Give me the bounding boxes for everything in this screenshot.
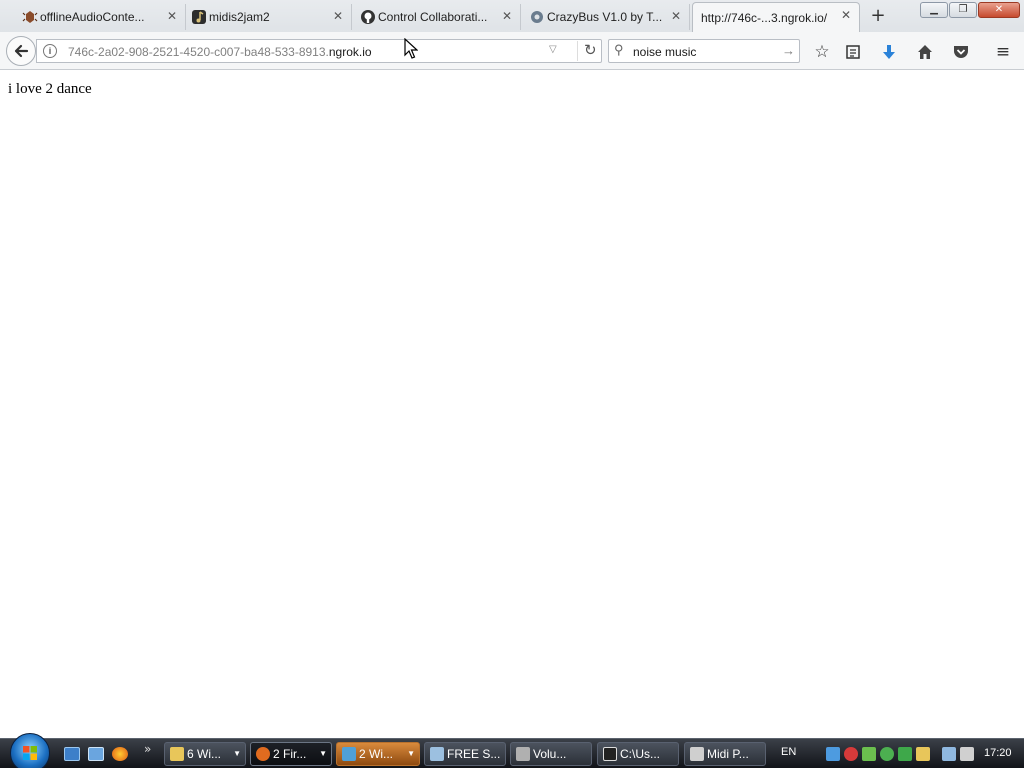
security-alert-icon[interactable] [844, 747, 858, 761]
bookmark-star-icon[interactable]: ☆ [811, 41, 833, 63]
bookmarks-menu-icon[interactable] [842, 41, 864, 63]
taskbar-item-free-software[interactable]: FREE S... [424, 742, 506, 766]
taskbar-item-explorer[interactable]: 6 Wi... ▼ [164, 742, 246, 766]
site-info-icon[interactable]: i [43, 44, 57, 58]
network-icon[interactable] [942, 747, 956, 761]
taskbar-item-windows-live[interactable]: 2 Wi... ▼ [336, 742, 420, 766]
back-arrow-icon [14, 44, 29, 58]
firefox-icon [256, 747, 270, 761]
close-window-button[interactable]: ✕ [978, 2, 1020, 18]
bug-favicon-icon [22, 11, 38, 23]
reload-icon[interactable]: ↻ [577, 41, 597, 61]
midis2jam2-favicon-icon [192, 10, 206, 24]
tab-title: Control Collaborati... [378, 10, 488, 24]
search-go-icon[interactable]: → [782, 43, 795, 58]
tab-title: http://746c-...3.ngrok.io/ [701, 10, 828, 25]
tab-close-icon[interactable]: ✕ [500, 9, 514, 23]
language-indicator[interactable]: EN [781, 746, 796, 758]
address-domain: ngrok.io [328, 45, 372, 59]
firefox-quicklaunch-icon[interactable] [112, 747, 128, 761]
tab-close-icon[interactable]: ✕ [331, 9, 345, 23]
taskbar-item-7zip[interactable]: C:\Us... [597, 742, 679, 766]
taskbar-item-label: 6 Wi... [187, 747, 222, 761]
hamburger-menu-icon[interactable]: ≡ [992, 41, 1014, 63]
search-input[interactable]: noise music [633, 45, 696, 59]
taskbar-item-label: 2 Wi... [359, 747, 394, 761]
tab-control-collaboration[interactable]: Control Collaborati... ✕ [356, 4, 521, 30]
taskbar-item-midi-player[interactable]: Midi P... [684, 742, 766, 766]
taskbar-item-label: 2 Fir... [273, 747, 307, 761]
messenger-status-icon[interactable] [880, 747, 894, 761]
switch-windows-icon[interactable] [88, 747, 104, 761]
folder-icon [170, 747, 184, 761]
page-body-text: i love 2 dance [8, 81, 92, 97]
network-share-icon[interactable] [826, 747, 840, 761]
tab-title: offlineAudioConte... [40, 10, 145, 24]
downloads-icon[interactable] [878, 41, 900, 63]
folder-tray-icon[interactable] [916, 747, 930, 761]
quicklaunch-more-icon[interactable]: » [144, 742, 151, 756]
tab-close-icon[interactable]: ✕ [669, 9, 683, 23]
tab-offline-audio-context[interactable]: offlineAudioConte... ✕ [18, 4, 186, 30]
search-bar[interactable]: ⚲ noise music → [608, 39, 800, 63]
windows-taskbar: » 6 Wi... ▼ 2 Fir... ▼ 2 Wi... ▼ FREE S.… [0, 733, 1024, 768]
taskbar-item-volume[interactable]: Volu... [510, 742, 592, 766]
github-favicon-icon [361, 10, 375, 24]
tab-close-icon[interactable]: ✕ [839, 8, 853, 22]
maximize-button[interactable]: ❐ [949, 2, 977, 18]
chevron-down-icon: ▼ [233, 749, 241, 758]
taskbar-item-label: Volu... [533, 747, 567, 761]
address-text[interactable]: 746c-2a02-908-2521-4520-c007-ba48-533-89… [68, 45, 372, 59]
tab-midis2jam2[interactable]: midis2jam2 ✕ [187, 4, 352, 30]
speaker-icon [516, 747, 530, 761]
show-desktop-icon[interactable] [64, 747, 80, 761]
messenger-icon [342, 747, 356, 761]
chevron-down-icon: ▼ [319, 749, 327, 758]
7zip-icon [603, 747, 617, 761]
taskbar-item-firefox[interactable]: 2 Fir... ▼ [250, 742, 332, 766]
tab-close-icon[interactable]: ✕ [165, 9, 179, 23]
tab-ngrok-active[interactable]: http://746c-...3.ngrok.io/ ✕ [692, 2, 860, 32]
chevron-down-icon: ▼ [407, 749, 415, 758]
app-tray-icon[interactable] [898, 747, 912, 761]
pocket-icon[interactable] [950, 41, 972, 63]
taskbar-item-label: C:\Us... [620, 747, 661, 761]
tab-title: midis2jam2 [209, 10, 270, 24]
address-prefix: 746c-2a02-908-2521-4520-c007-ba48-533-89… [68, 45, 329, 59]
taskbar-item-label: FREE S... [447, 747, 501, 761]
back-button[interactable] [6, 36, 36, 66]
navigation-toolbar: i 746c-2a02-908-2521-4520-c007-ba48-533-… [0, 32, 1024, 70]
home-icon[interactable] [914, 41, 936, 63]
start-button[interactable] [10, 733, 50, 768]
history-dropdown-icon[interactable]: ▽ [549, 44, 557, 55]
tab-title: CrazyBus V1.0 by T... [547, 10, 663, 24]
address-bar[interactable]: i 746c-2a02-908-2521-4520-c007-ba48-533-… [36, 39, 602, 63]
minimize-button[interactable]: ▁ [920, 2, 948, 18]
taskbar-item-label: Midi P... [707, 747, 749, 761]
notepad-icon [430, 747, 444, 761]
mouse-cursor-icon [404, 38, 418, 59]
midi-keyboard-icon [690, 747, 704, 761]
window-controls: ▁ ❐ ✕ [920, 2, 1020, 18]
windows-logo-icon [23, 746, 37, 760]
download-tray-icon[interactable] [862, 747, 876, 761]
volume-icon[interactable] [960, 747, 974, 761]
tab-crazybus[interactable]: CrazyBus V1.0 by T... ✕ [525, 4, 690, 30]
gear-favicon-icon [531, 11, 543, 23]
new-tab-button[interactable]: + [868, 6, 888, 26]
tab-strip: offlineAudioConte... ✕ midis2jam2 ✕ Cont… [0, 0, 1024, 32]
system-clock[interactable]: 17:20 [984, 747, 1012, 759]
search-icon: ⚲ [614, 42, 624, 57]
